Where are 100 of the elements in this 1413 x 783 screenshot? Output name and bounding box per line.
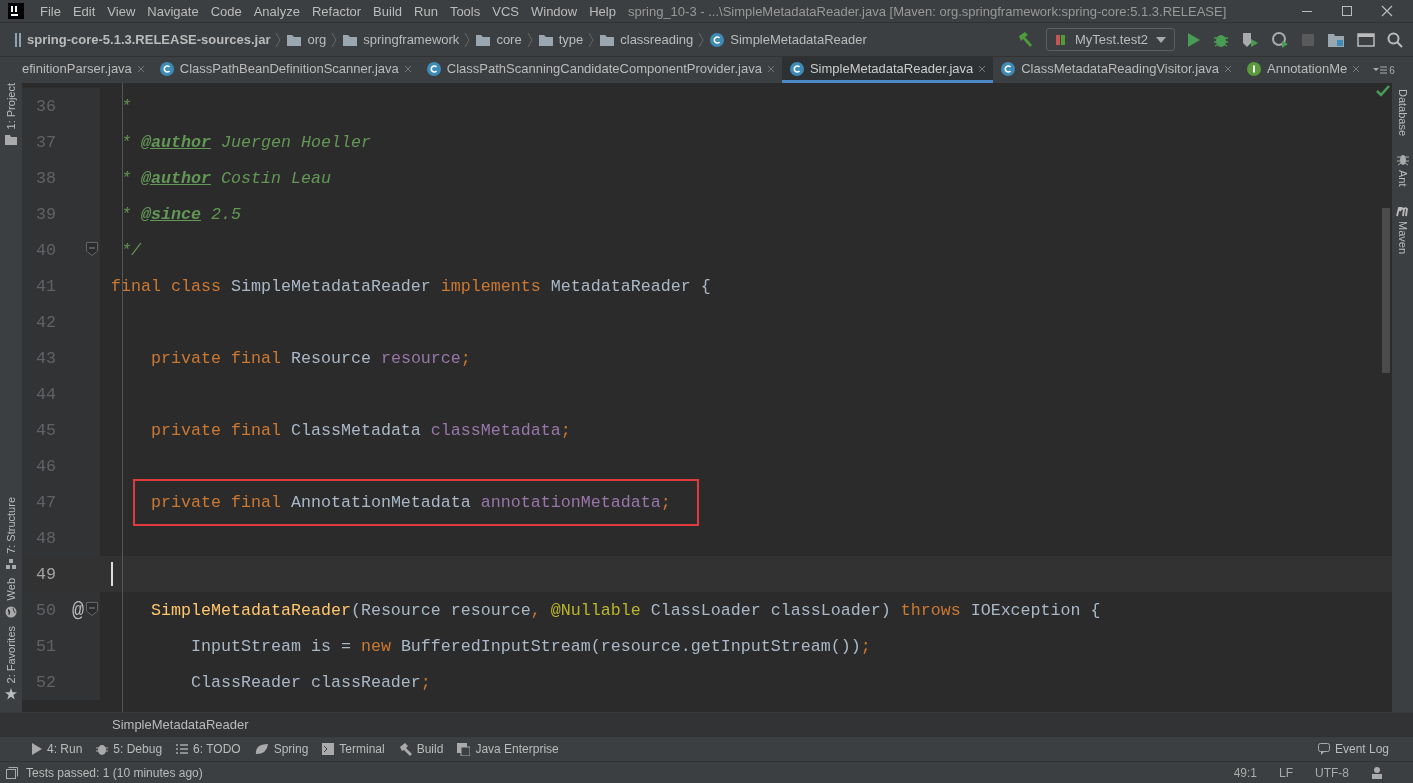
list-icon [1373,65,1388,75]
tool-window-button[interactable]: Maven [1396,200,1409,268]
caret-icon [1156,36,1166,43]
tool-window-button[interactable]: Java Enterprise [457,742,559,756]
code-line: */ [120,240,141,260]
menu-item[interactable]: File [34,3,67,19]
maven-icon [1396,204,1409,217]
project-structure-icon[interactable] [1327,31,1345,48]
class-icon [425,60,442,77]
menu-item[interactable]: View [101,3,142,19]
tool-window-button[interactable]: Ant [1396,150,1409,201]
menu-item[interactable]: Build [367,3,408,19]
text-cursor [111,562,113,586]
tool-window-button[interactable]: Build [398,742,444,756]
app-logo-icon [8,3,24,19]
menu-item[interactable]: Refactor [305,3,368,19]
structure-icon [5,559,17,571]
breadcrumb-item[interactable]: SimpleMetadataReader [709,31,867,48]
editor-tab[interactable]: AnnotationMe [1239,57,1368,83]
panel-icon[interactable] [6,766,18,779]
maximize-icon[interactable] [1341,5,1353,17]
menu-item[interactable]: Navigate [141,3,205,19]
ant-icon [1396,154,1409,167]
tool-window-button[interactable]: 1: Project [5,83,17,150]
breadcrumb-item[interactable]: org [286,32,327,47]
gutter-marker[interactable]: @ [72,598,84,622]
menu-item[interactable]: Tools [443,3,487,19]
close-icon[interactable] [1352,64,1361,73]
tool-window-button[interactable]: Spring [254,742,309,756]
event-log-button[interactable]: Event Log [1317,742,1389,756]
menu-item[interactable]: Window [524,3,584,19]
code-line: * [120,96,131,116]
close-icon[interactable] [403,64,412,73]
editor-tab[interactable]: SimpleMetadataReader.java [781,57,994,83]
hammer-icon[interactable] [1016,30,1035,49]
editor-tab[interactable]: efinitionParser.java [22,57,152,83]
close-icon[interactable] [136,64,145,73]
tool-window-button[interactable]: Database [1396,85,1409,151]
fold-marker-icon[interactable] [86,242,98,256]
tool-window-button[interactable]: 2: Favorites [5,621,17,704]
breadcrumb-item[interactable]: classreading [599,32,694,47]
menu-item[interactable]: Code [204,3,248,19]
class-icon [709,31,726,48]
chevron-icon [274,31,283,48]
fold-marker-icon[interactable] [86,602,98,616]
scrollbar-thumb[interactable] [1382,208,1390,373]
run-configuration-dropdown[interactable]: MyTest.test2 [1046,28,1175,51]
close-icon[interactable] [1224,64,1232,73]
line-separator[interactable]: LF [1279,765,1293,780]
window-icon[interactable] [1357,31,1375,48]
menu-item[interactable]: VCS [486,3,525,19]
tool-window-button[interactable]: 4: Run [32,742,83,756]
folder-icon [475,32,492,47]
chevron-icon [525,31,534,48]
tool-window-button[interactable]: Terminal [322,742,385,756]
breadcrumb-item[interactable]: core [475,32,522,47]
menu-item[interactable]: Analyze [247,3,306,19]
bug-icon [96,743,109,755]
code-line: * @author Juergen Hoeller [120,132,371,152]
class-icon [788,60,805,77]
chevron-icon [587,31,596,48]
window-title: spring_10-3 - ...\SimpleMetadataReader.java [Maven: org.springframework:spring-core:5.1.3.RELEASE] [627,3,1227,19]
chevron-icon [697,31,706,48]
editor-tab[interactable]: ClassPathBeanDefinitionScanner.java [151,57,419,83]
leaf-icon [254,743,269,755]
editor-tab[interactable]: ClassMetadataReadingVisitor.java [993,57,1239,83]
cursor-position[interactable]: 49:1 [1233,765,1257,780]
tool-window-button[interactable]: Web [5,574,17,622]
class-icon [1000,60,1017,77]
close-icon[interactable] [978,64,987,73]
tool-window-button[interactable]: 6: TODO [176,742,241,756]
line-number: 49 [35,564,56,584]
folder-icon [342,32,359,47]
code-line: private final Resource resource; [149,348,471,368]
run-icon[interactable] [1187,31,1201,48]
run-icon [32,743,42,755]
globe-icon [5,605,17,618]
folder-icon [5,134,17,146]
breadcrumb-item[interactable]: type [537,32,584,47]
close-icon[interactable] [1381,5,1393,17]
folder-icon [286,32,303,47]
star-icon [5,688,17,700]
tab-overflow-menu[interactable]: 6 [1367,57,1401,83]
coverage-icon[interactable] [1241,30,1259,49]
breadcrumb-item[interactable]: springframework [342,32,460,47]
close-icon[interactable] [766,64,775,73]
file-encoding[interactable]: UTF-8 [1315,765,1349,780]
enterprise-icon [457,742,471,756]
terminal-icon [322,743,335,755]
tool-window-button[interactable]: 5: Debug [96,742,163,756]
search-icon[interactable] [1387,31,1403,48]
menu-item[interactable]: Run [408,3,444,19]
tool-window-button[interactable]: 7: Structure [5,493,17,575]
breadcrumb-item[interactable]: SimpleMetadataReader [112,717,249,732]
menu-item[interactable]: Edit [66,3,102,19]
code-line: * @since 2.5 [120,204,241,224]
profiler-icon[interactable] [1271,30,1289,49]
breadcrumb-item[interactable]: spring-core-5.1.3.RELEASE-sources.jar [14,31,271,48]
menu-item[interactable]: Help [583,3,622,19]
editor-tab[interactable]: ClassPathScanningCandidateComponentProvider.java [418,57,782,83]
